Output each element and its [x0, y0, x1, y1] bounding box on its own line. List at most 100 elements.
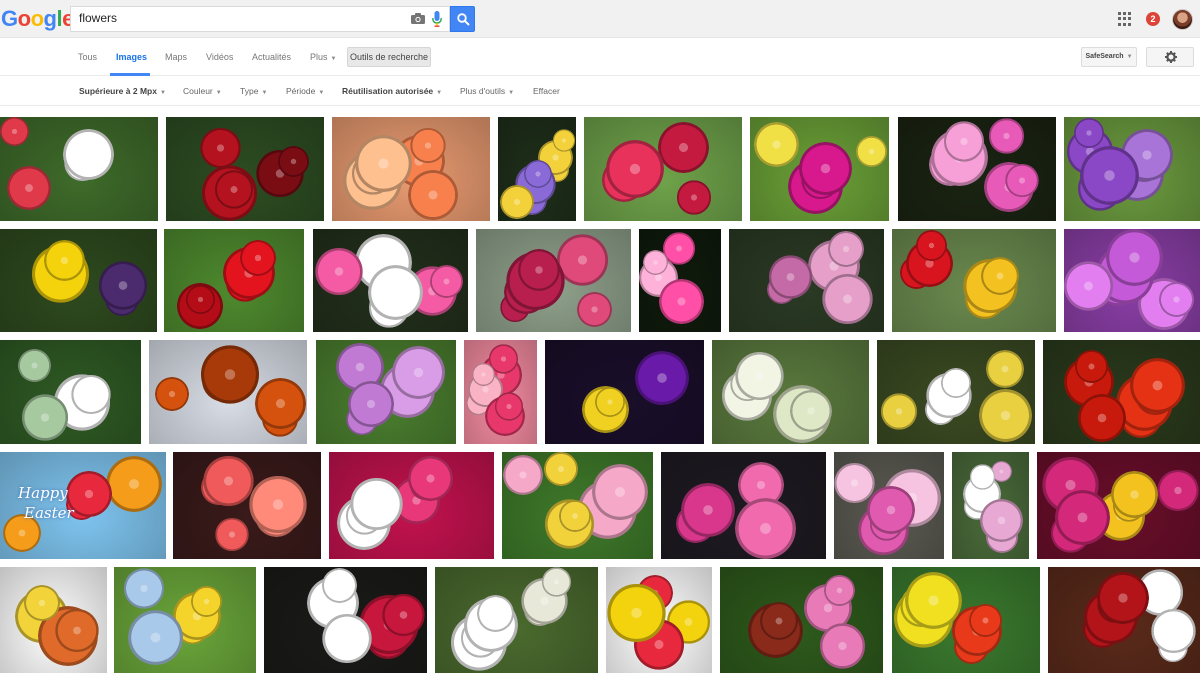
image-result[interactable]: [0, 229, 157, 332]
image-result[interactable]: [898, 117, 1056, 221]
tab-news[interactable]: Actualités: [252, 52, 291, 62]
image-result[interactable]: [892, 229, 1056, 332]
tab-images[interactable]: Images: [116, 52, 147, 62]
tab-more[interactable]: Plus ▼: [310, 52, 336, 62]
flower-shape: [190, 585, 222, 617]
image-result[interactable]: [834, 452, 944, 559]
filter-type[interactable]: Type ▼: [240, 86, 267, 96]
image-result[interactable]: [164, 229, 304, 332]
flower-shape: [277, 146, 309, 178]
image-result[interactable]: [877, 340, 1035, 444]
search-input[interactable]: flowers: [70, 6, 450, 32]
image-result[interactable]: [750, 117, 889, 221]
image-result[interactable]: [329, 452, 494, 559]
flower-shape: [127, 609, 183, 665]
flower-shape: [321, 567, 357, 603]
search-tools-button[interactable]: Outils de recherche: [347, 47, 431, 67]
flower-shape: [985, 349, 1025, 389]
image-result[interactable]: [892, 567, 1040, 673]
image-result[interactable]: [316, 340, 456, 444]
safesearch-button[interactable]: SafeSearch ▼: [1081, 47, 1137, 67]
flower-shape: [348, 380, 394, 427]
image-result[interactable]: [264, 567, 427, 673]
image-result[interactable]: [464, 340, 537, 444]
filter-size[interactable]: Supérieure à 2 Mpx ▼: [79, 86, 166, 96]
chevron-down-icon: ▼: [318, 90, 325, 96]
search-button[interactable]: [450, 6, 475, 32]
image-result[interactable]: [639, 229, 721, 332]
filter-period[interactable]: Période ▼: [286, 86, 324, 96]
flower-shape: [215, 517, 249, 551]
flower-shape: [63, 129, 115, 181]
image-result[interactable]: [0, 567, 107, 673]
settings-button[interactable]: [1146, 47, 1194, 67]
flower-shape: [1055, 490, 1110, 545]
flower-shape: [822, 273, 873, 325]
flower-shape: [200, 127, 241, 169]
image-result[interactable]: [498, 117, 576, 221]
microphone-icon[interactable]: [432, 11, 442, 27]
google-logo[interactable]: Google: [1, 7, 74, 31]
tab-videos[interactable]: Vidéos: [206, 52, 233, 62]
apps-grid-icon[interactable]: [1118, 12, 1132, 26]
flower-shape: [18, 349, 51, 382]
image-result[interactable]: [1064, 229, 1200, 332]
flower-shape: [657, 121, 709, 173]
filter-color-label: Couleur: [183, 86, 213, 96]
flower-shape: [215, 170, 254, 209]
image-result[interactable]: [1064, 117, 1200, 221]
image-result[interactable]: [729, 229, 884, 332]
image-result[interactable]: [606, 567, 712, 673]
chevron-down-icon: ▼: [436, 90, 443, 96]
filter-clear[interactable]: Effacer: [533, 86, 560, 96]
image-result[interactable]: [1037, 452, 1200, 559]
image-result[interactable]: [114, 567, 256, 673]
flower-shape: [734, 497, 796, 559]
image-result[interactable]: [173, 452, 321, 559]
gear-icon: [1165, 51, 1177, 63]
flower-shape: [855, 135, 887, 168]
tab-all[interactable]: Tous: [78, 52, 97, 62]
flower-shape: [824, 575, 856, 606]
image-result[interactable]: [1048, 567, 1200, 673]
image-result[interactable]: [952, 452, 1029, 559]
flower-shape: [591, 463, 649, 521]
image-result[interactable]: [584, 117, 742, 221]
image-result[interactable]: [1043, 340, 1200, 444]
image-result[interactable]: [0, 117, 158, 221]
flower-shape: [105, 456, 162, 512]
image-result[interactable]: [0, 340, 141, 444]
image-result[interactable]: [332, 117, 490, 221]
search-query[interactable]: flowers: [79, 11, 117, 25]
filter-more-tools-label: Plus d'outils: [460, 86, 506, 96]
flower-shape: [391, 345, 445, 399]
image-result[interactable]: Happy Easter: [0, 452, 166, 559]
image-result[interactable]: [149, 340, 307, 444]
flower-shape: [635, 350, 690, 406]
image-result[interactable]: [313, 229, 468, 332]
image-result[interactable]: [476, 229, 631, 332]
notification-badge[interactable]: 2: [1146, 12, 1160, 26]
flower-shape: [834, 462, 875, 504]
image-result[interactable]: [166, 117, 324, 221]
image-result[interactable]: [661, 452, 826, 559]
chevron-down-icon: ▼: [330, 56, 337, 62]
filter-usage-rights[interactable]: Réutilisation autorisée ▼: [342, 86, 442, 96]
image-result[interactable]: [545, 340, 704, 444]
avatar[interactable]: [1172, 9, 1193, 30]
flower-shape: [517, 249, 560, 292]
image-result[interactable]: [502, 452, 653, 559]
flower-shape: [1129, 358, 1185, 414]
filter-more-tools[interactable]: Plus d'outils ▼: [460, 86, 514, 96]
flower-shape: [559, 499, 592, 533]
logo-letter: o: [30, 6, 44, 31]
flower-shape: [315, 247, 363, 296]
filter-color[interactable]: Couleur ▼: [183, 86, 222, 96]
image-result[interactable]: [720, 567, 883, 673]
image-result[interactable]: [712, 340, 869, 444]
image-result[interactable]: [435, 567, 598, 673]
flower-shape: [368, 265, 423, 320]
flower-shape: [0, 117, 30, 147]
camera-icon[interactable]: [411, 13, 425, 24]
tab-maps[interactable]: Maps: [165, 52, 187, 62]
